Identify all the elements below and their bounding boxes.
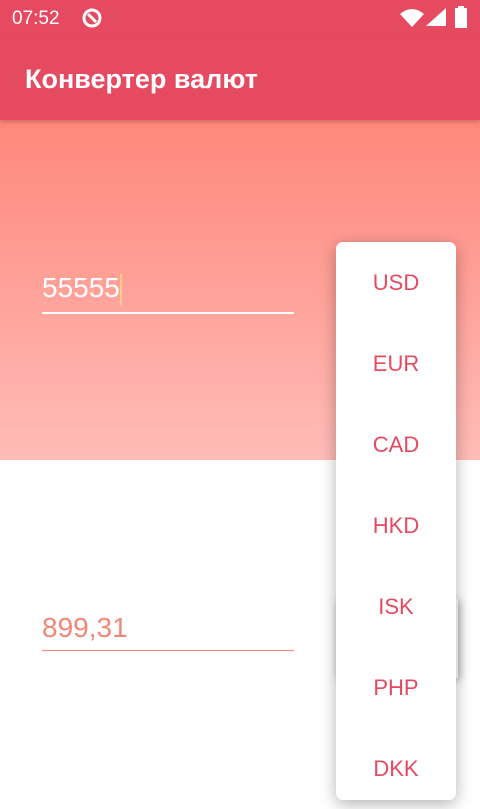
currency-option-hkd[interactable]: HKD <box>336 485 456 566</box>
status-time: 07:52 <box>12 8 60 29</box>
currency-dropdown-menu: USD EUR CAD HKD ISK PHP DKK <box>336 242 456 800</box>
battery-icon <box>455 6 467 28</box>
currency-option-dkk[interactable]: DKK <box>336 728 456 809</box>
page-title: Конвертер валют <box>25 64 258 94</box>
currency-option-eur[interactable]: EUR <box>336 323 456 404</box>
currency-option-usd[interactable]: USD <box>336 242 456 323</box>
signal-icon <box>426 8 446 26</box>
converted-output[interactable]: 899,31 <box>42 612 294 651</box>
wifi-icon <box>400 9 424 27</box>
app-bar: Конвертер валют <box>0 36 480 120</box>
currency-option-cad[interactable]: CAD <box>336 404 456 485</box>
currency-option-isk[interactable]: ISK <box>336 566 456 647</box>
sync-icon <box>82 8 102 28</box>
amount-input[interactable]: 55555 <box>42 272 294 314</box>
currency-option-php[interactable]: PHP <box>336 647 456 728</box>
amount-value: 55555 <box>42 272 120 303</box>
status-bar: 07:52 <box>0 0 480 36</box>
text-cursor <box>119 273 122 306</box>
